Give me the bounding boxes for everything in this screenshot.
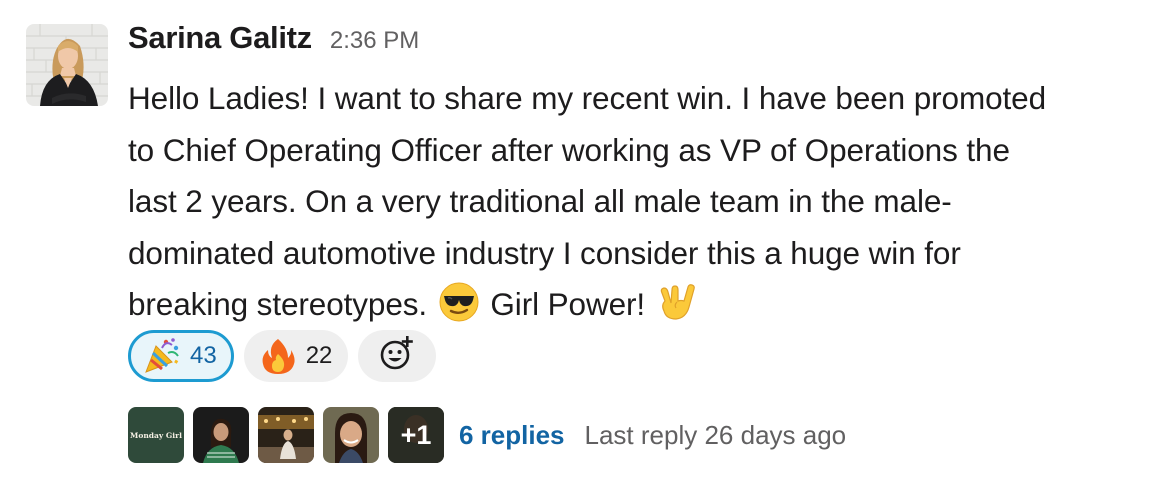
message-line: last 2 years. On a very traditional all … xyxy=(128,183,952,219)
reply-avatar-monday-girl: Monday Girl xyxy=(128,407,184,463)
reply-avatar xyxy=(323,407,379,463)
reaction-fire[interactable]: 22 xyxy=(243,330,349,382)
message-line: breaking stereotypes. xyxy=(128,286,428,322)
party-popper-icon xyxy=(142,336,182,376)
reaction-count: 43 xyxy=(190,342,217,369)
message-content: Sarina Galitz 2:36 PM Hello Ladies! I wa… xyxy=(128,20,1148,463)
reply-count-link[interactable]: 6 replies xyxy=(459,420,565,451)
message-body: Hello Ladies! I want to share my recent … xyxy=(128,73,1148,331)
message-line-last: breaking stereotypes. Girl Power! xyxy=(128,279,1148,331)
more-participants: +1 xyxy=(388,407,444,463)
sender-avatar[interactable] xyxy=(26,24,108,106)
message-tail: Girl Power! xyxy=(490,286,646,322)
add-reaction-button[interactable] xyxy=(358,330,437,382)
reply-avatar xyxy=(258,407,314,463)
more-count: +1 xyxy=(400,419,432,450)
last-reply-time: Last reply 26 days ago xyxy=(584,419,847,450)
thread-summary[interactable]: Monday Girl +1 6 replies Last reply 26 d… xyxy=(128,406,846,464)
message-timestamp[interactable]: 2:36 PM xyxy=(330,27,419,55)
sunglasses-emoji-icon xyxy=(438,281,480,323)
rock-on-hand-emoji-icon xyxy=(656,281,698,323)
reactions-bar: 43 22 xyxy=(128,330,437,382)
add-reaction-icon xyxy=(377,333,417,380)
message-line: dominated automotive industry I consider… xyxy=(128,234,961,271)
fire-icon xyxy=(258,336,298,376)
message-line: to Chief Operating Officer after working… xyxy=(128,131,1010,168)
reply-avatar xyxy=(193,407,249,463)
brand-avatar-text: Monday Girl xyxy=(130,430,182,440)
reaction-count: 22 xyxy=(305,342,333,369)
message-line: Hello Ladies! I want to share my recent … xyxy=(128,80,1046,116)
sender-name[interactable]: Sarina Galitz xyxy=(128,20,312,56)
reaction-party-popper[interactable]: 43 xyxy=(128,330,234,382)
message-header: Sarina Galitz 2:36 PM xyxy=(128,20,1148,68)
